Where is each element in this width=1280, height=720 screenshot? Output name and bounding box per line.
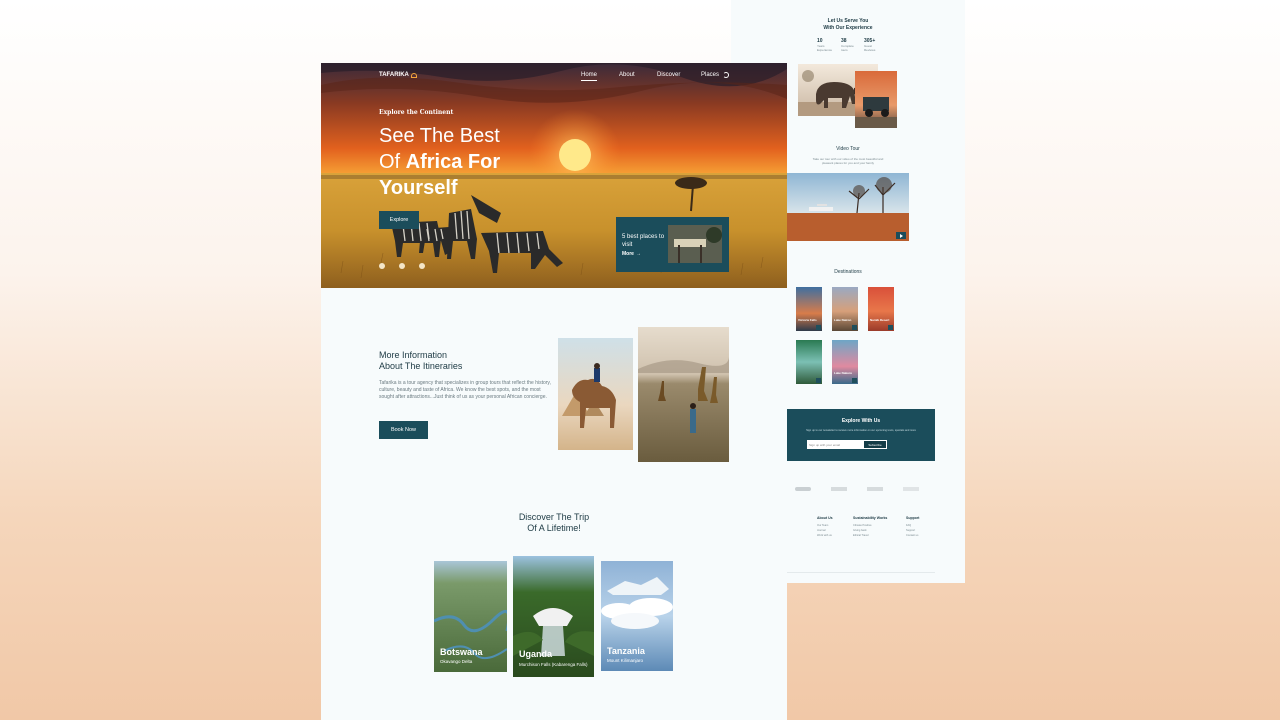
destination-card-3-title: Namib Desert: [870, 317, 890, 322]
arrow-icon: [852, 325, 857, 330]
arrow-icon: [816, 378, 821, 383]
trip-card-tanzania-title: Tanzania: [607, 646, 645, 656]
brand-logo[interactable]: TAFARIKA: [379, 72, 417, 78]
trip-card-uganda[interactable]: Uganda Murchison Falls (Kabarenga Falls): [513, 556, 594, 677]
trip-card-tanzania-subtitle: Mount Kilimanjaro: [607, 658, 644, 663]
arrow-icon: [852, 378, 857, 383]
moon-icon[interactable]: [723, 72, 729, 78]
best-places-card[interactable]: 5 best places to visit More →: [616, 217, 729, 272]
footer-col-sustainability-title: Sustainability Works: [853, 516, 888, 520]
camel-pyramids-photo: [558, 338, 633, 450]
footer-col-about-title: About Us: [817, 516, 833, 520]
stat-reviews-label: Guest Reviews: [864, 44, 876, 52]
instagram-icon[interactable]: [399, 263, 405, 269]
landing-page-preview: TAFARIKA Home About Discover Places Expl…: [321, 63, 787, 720]
destinations-heading: Destinations: [834, 269, 862, 275]
nav-about[interactable]: About: [619, 72, 635, 78]
footer-col-support-title: Support: [906, 516, 920, 520]
hero-eyebrow: Explore the Continent: [379, 109, 454, 116]
nav-discover[interactable]: Discover: [657, 72, 680, 78]
best-places-title: 5 best places to visit: [622, 234, 665, 248]
video-tour-heading: Video Tour: [836, 146, 860, 152]
hero-title-line2: Of Africa For: [379, 151, 501, 173]
newsletter-text: Sign up to our newsletter to receive mor…: [806, 429, 916, 432]
safari-vehicle-photo: [855, 71, 897, 128]
hero-title-line3: Yourself: [379, 177, 458, 199]
trip-card-botswana[interactable]: Botswana Okavango Delta: [434, 561, 507, 672]
destination-card-2-title: Lake Natron: [834, 317, 852, 322]
partner-logo-1: [795, 487, 811, 491]
play-icon: [899, 233, 903, 238]
trip-card-uganda-subtitle: Murchison Falls (Kabarenga Falls): [519, 662, 588, 667]
play-button[interactable]: [896, 232, 906, 239]
hero-title-line1: See The Best: [379, 125, 500, 147]
nav-home[interactable]: Home: [581, 72, 598, 81]
destination-card-5-title: Lake Nakuru: [834, 370, 853, 375]
trip-card-botswana-subtitle: Okavango Delta: [440, 659, 473, 664]
video-tour-text: Take our tour with our video of the most…: [812, 157, 884, 165]
partner-logo-4: [903, 487, 919, 491]
partner-logo-2: [831, 487, 847, 491]
newsletter-email-input[interactable]: Sign up with your email: [807, 440, 863, 449]
info-body: Tafarika is a tour agency that specializ…: [379, 380, 551, 400]
footer-link[interactable]: Contact us: [906, 533, 918, 538]
stat-tours-label: Complete tours: [841, 44, 854, 52]
twitter-icon[interactable]: [419, 263, 425, 269]
subscribe-button[interactable]: Subscribe: [863, 440, 887, 449]
trip-card-tanzania[interactable]: Tanzania Mount Kilimanjaro: [601, 561, 673, 671]
serve-heading: Let Us Serve You With Our Experience: [823, 18, 873, 31]
hero-title: See The Best Of Africa For Yourself: [379, 123, 500, 201]
footer-link[interactable]: Ethical Travel: [853, 533, 872, 538]
arrow-icon: [816, 325, 821, 330]
footer-link[interactable]: Work with us: [817, 533, 832, 538]
logo-sun-icon: [410, 72, 417, 78]
best-places-more-link[interactable]: More →: [622, 251, 641, 257]
newsletter-section: Explore With Us Sign up to our newslette…: [787, 409, 935, 461]
destination-card-4[interactable]: [796, 340, 822, 384]
newsletter-heading: Explore With Us: [841, 418, 881, 424]
info-heading: More Information About The Itineraries: [379, 350, 463, 371]
footer-col-support-items: FAQ Support Contact us: [906, 523, 918, 538]
book-now-button[interactable]: Book Now: [379, 421, 428, 439]
explore-button[interactable]: Explore: [379, 211, 419, 229]
arrow-right-icon: →: [635, 251, 641, 257]
arrow-icon: [888, 325, 893, 330]
giraffes-savanna-photo: [638, 327, 729, 462]
trip-card-uganda-title: Uganda: [519, 649, 553, 659]
destination-card-2[interactable]: Lake Natron: [832, 287, 858, 331]
destination-card-3[interactable]: Namib Desert: [868, 287, 894, 331]
facebook-icon[interactable]: [379, 263, 385, 269]
destination-card-1[interactable]: Victoria Falls: [796, 287, 822, 331]
footer-col-sustainability-items: Climate Positive Giving back Ethical Tra…: [853, 523, 872, 538]
best-places-thumbnail: [668, 225, 722, 263]
trip-card-botswana-title: Botswana: [440, 647, 483, 657]
destination-card-1-title: Victoria Falls: [798, 317, 817, 322]
footer-col-about-items: Our Team Journal Work with us: [817, 523, 832, 538]
stat-years-label: Years Experience: [817, 44, 833, 52]
brand-logo-text: TAFARIKA: [379, 72, 409, 78]
discover-heading: Discover The Trip Of A Lifetime!: [518, 512, 590, 533]
footer-divider: [787, 572, 935, 573]
hero-section: TAFARIKA Home About Discover Places Expl…: [321, 63, 787, 288]
destination-card-5[interactable]: Lake Nakuru: [832, 340, 858, 384]
partner-logo-3: [867, 487, 883, 491]
nav-places[interactable]: Places: [701, 72, 719, 78]
video-tour-player[interactable]: [787, 173, 909, 241]
